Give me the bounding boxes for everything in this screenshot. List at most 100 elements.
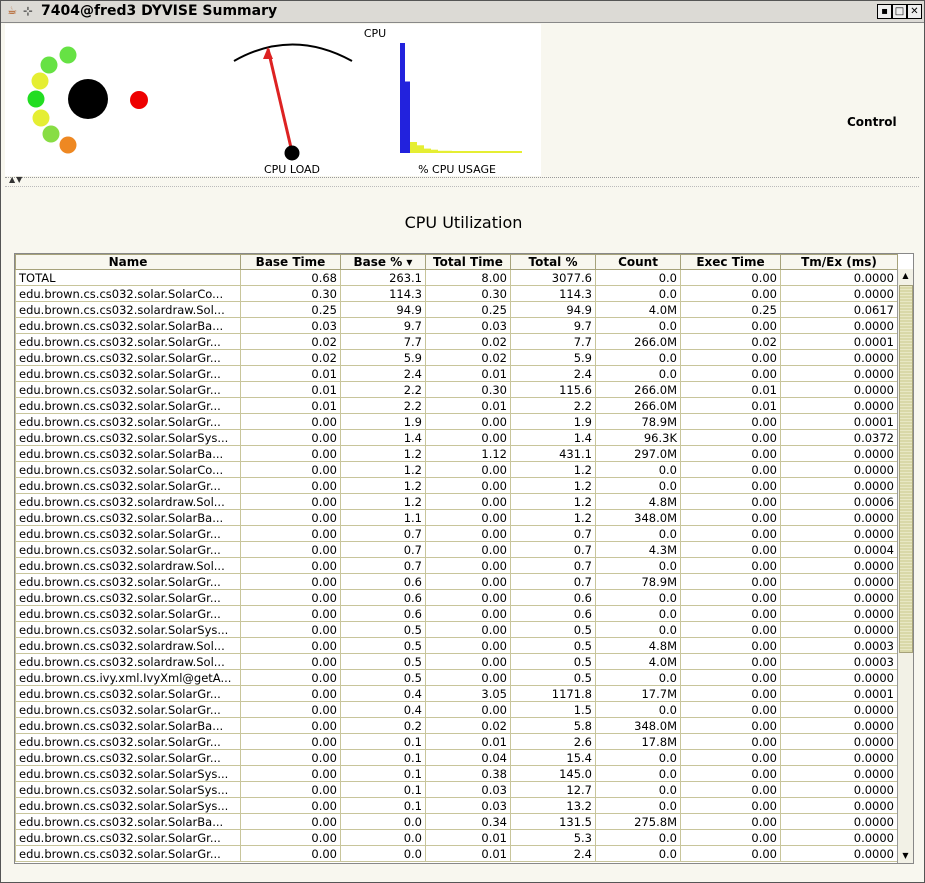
table-row[interactable]: edu.brown.cs.cs032.solardraw.Sol... 0.00 1… bbox=[15, 493, 898, 510]
table-row[interactable]: edu.brown.cs.cs032.solar.SolarBa... 0.00 0… bbox=[15, 813, 898, 830]
table-row[interactable]: edu.brown.cs.cs032.solar.SolarGr... 0.00 0… bbox=[15, 525, 898, 542]
vertical-scrollbar[interactable]: ▲ ▼ bbox=[897, 269, 913, 863]
table-cell: 0.00 bbox=[425, 653, 511, 670]
table-row[interactable]: edu.brown.cs.cs032.solar.SolarGr... 0.00 0… bbox=[15, 541, 898, 558]
table-cell: 0.5 bbox=[510, 669, 596, 686]
table-row[interactable]: edu.brown.cs.cs032.solar.SolarSys... 0.00… bbox=[15, 797, 898, 814]
table-cell: 0.00 bbox=[680, 525, 781, 542]
split-arrows-icon[interactable]: ▲▼ bbox=[9, 175, 23, 184]
table-cell: edu.brown.cs.cs032.solar.SolarSys... bbox=[15, 797, 241, 814]
table-cell: 0.01 bbox=[425, 845, 511, 862]
table-row[interactable]: edu.brown.cs.cs032.solar.SolarBa... 0.00 1… bbox=[15, 445, 898, 462]
column-header-7[interactable]: Tm/Ex (ms) bbox=[780, 254, 898, 270]
table-row[interactable]: edu.brown.cs.cs032.solar.SolarBa... 0.03 9… bbox=[15, 317, 898, 334]
table-cell: 0.0 bbox=[595, 285, 681, 302]
table-row[interactable]: edu.brown.cs.cs032.solar.SolarGr... 0.00 0… bbox=[15, 733, 898, 750]
table-row[interactable]: edu.brown.cs.cs032.solar.SolarGr... 0.00 1… bbox=[15, 477, 898, 494]
split-divider[interactable] bbox=[5, 177, 919, 187]
table-cell: edu.brown.cs.cs032.solar.SolarSys... bbox=[15, 765, 241, 782]
column-header-6[interactable]: Exec Time bbox=[680, 254, 781, 270]
table-row[interactable]: edu.brown.cs.cs032.solar.SolarGr... 0.01 2… bbox=[15, 381, 898, 398]
table-row[interactable]: edu.brown.cs.cs032.solardraw.Sol... 0.00 0… bbox=[15, 637, 898, 654]
table-row[interactable]: edu.brown.cs.cs032.solar.SolarGr... 0.01 2… bbox=[15, 365, 898, 382]
maximize-icon[interactable]: □ bbox=[892, 4, 907, 19]
scroll-up-icon[interactable]: ▲ bbox=[898, 269, 913, 283]
table-row[interactable]: edu.brown.cs.ivy.xml.IvyXml@getA... 0.00 0… bbox=[15, 669, 898, 686]
table-cell: 0.00 bbox=[680, 829, 781, 846]
table-row[interactable]: edu.brown.cs.cs032.solar.SolarSys... 0.00… bbox=[15, 765, 898, 782]
table-row[interactable]: edu.brown.cs.cs032.solar.SolarGr... 0.00 0… bbox=[15, 573, 898, 590]
pin-icon[interactable]: ⊹ bbox=[23, 4, 33, 18]
table-cell: 0.00 bbox=[680, 653, 781, 670]
table-row[interactable]: edu.brown.cs.cs032.solardraw.Sol... 0.00 0… bbox=[15, 557, 898, 574]
table-cell: edu.brown.cs.cs032.solar.SolarBa... bbox=[15, 317, 241, 334]
table-cell: 5.9 bbox=[510, 349, 596, 366]
table-cell: 0.0 bbox=[595, 765, 681, 782]
table-cell: 114.3 bbox=[510, 285, 596, 302]
table-row[interactable]: edu.brown.cs.cs032.solar.SolarGr... 0.00 0… bbox=[15, 701, 898, 718]
table-cell: 0.0000 bbox=[780, 349, 898, 366]
scroll-down-icon[interactable]: ▼ bbox=[898, 849, 913, 863]
close-icon[interactable]: ✕ bbox=[907, 4, 922, 19]
table-cell: 0.00 bbox=[425, 429, 511, 446]
table-cell: 0.03 bbox=[240, 317, 341, 334]
table-cell: 0.00 bbox=[680, 637, 781, 654]
control-label[interactable]: Control bbox=[847, 115, 897, 129]
table-cell: 266.0M bbox=[595, 381, 681, 398]
table-cell: 0.00 bbox=[425, 461, 511, 478]
table-row[interactable]: edu.brown.cs.cs032.solar.SolarGr... 0.00 0… bbox=[15, 845, 898, 862]
table-cell: 0.00 bbox=[680, 701, 781, 718]
column-header-2[interactable]: Base % ▾ bbox=[340, 254, 426, 270]
column-header-4[interactable]: Total % bbox=[510, 254, 596, 270]
table-row[interactable]: edu.brown.cs.cs032.solar.SolarSys... 0.00… bbox=[15, 429, 898, 446]
table-row[interactable]: TOTAL 0.68 263.1 8.00 3077.6 0.0 0.00 0.0000 bbox=[15, 269, 898, 286]
table-row[interactable]: edu.brown.cs.cs032.solar.SolarGr... 0.01 2… bbox=[15, 397, 898, 414]
table-cell: 0.5 bbox=[510, 621, 596, 638]
thread-dot bbox=[31, 72, 49, 90]
table-row[interactable]: edu.brown.cs.cs032.solardraw.Sol... 0.00 0… bbox=[15, 653, 898, 670]
table-row[interactable]: edu.brown.cs.cs032.solar.SolarGr... 0.00 0… bbox=[15, 605, 898, 622]
scroll-thumb[interactable] bbox=[899, 285, 913, 653]
column-header-0[interactable]: Name bbox=[15, 254, 241, 270]
table-row[interactable]: edu.brown.cs.cs032.solar.SolarGr... 0.00 0… bbox=[15, 749, 898, 766]
table-cell: 0.34 bbox=[425, 813, 511, 830]
column-header-3[interactable]: Total Time bbox=[425, 254, 511, 270]
title-bar[interactable]: ☕ ⊹ 7404@fred3 DYVISE Summary ▪ □ ✕ bbox=[1, 1, 924, 23]
table-cell: 0.30 bbox=[240, 285, 341, 302]
table-cell: 0.0 bbox=[340, 829, 426, 846]
table-cell: 0.00 bbox=[240, 605, 341, 622]
table-cell: 0.0 bbox=[595, 781, 681, 798]
thread-dot bbox=[59, 46, 77, 64]
table-cell: 0.7 bbox=[510, 541, 596, 558]
table-row[interactable]: edu.brown.cs.cs032.solar.SolarGr... 0.00 1… bbox=[15, 413, 898, 430]
table-row[interactable]: edu.brown.cs.cs032.solar.SolarSys... 0.00… bbox=[15, 621, 898, 638]
table-row[interactable]: edu.brown.cs.cs032.solar.SolarGr... 0.02 7… bbox=[15, 333, 898, 350]
table-cell: 4.8M bbox=[595, 637, 681, 654]
table-cell: 0.0006 bbox=[780, 493, 898, 510]
minimize-icon[interactable]: ▪ bbox=[877, 4, 892, 19]
table-row[interactable]: edu.brown.cs.cs032.solar.SolarGr... 0.00 0… bbox=[15, 829, 898, 846]
table-cell: 0.0 bbox=[595, 349, 681, 366]
column-header-5[interactable]: Count bbox=[595, 254, 681, 270]
table-row[interactable]: edu.brown.cs.cs032.solar.SolarGr... 0.02 5… bbox=[15, 349, 898, 366]
table-cell: 0.00 bbox=[680, 509, 781, 526]
table-row[interactable]: edu.brown.cs.cs032.solar.SolarBa... 0.00 0… bbox=[15, 717, 898, 734]
table-cell: edu.brown.cs.cs032.solardraw.Sol... bbox=[15, 493, 241, 510]
table-cell: 0.5 bbox=[340, 669, 426, 686]
table-cell: 0.00 bbox=[240, 669, 341, 686]
table-cell: 0.00 bbox=[680, 493, 781, 510]
thread-dot bbox=[32, 109, 50, 127]
table-cell: 0.00 bbox=[680, 429, 781, 446]
table-cell: 0.1 bbox=[340, 797, 426, 814]
table-row[interactable]: edu.brown.cs.cs032.solar.SolarCo... 0.30 1… bbox=[15, 285, 898, 302]
table-row[interactable]: edu.brown.cs.cs032.solar.SolarBa... 0.00 1… bbox=[15, 509, 898, 526]
column-header-1[interactable]: Base Time bbox=[240, 254, 341, 270]
table-row[interactable]: edu.brown.cs.cs032.solar.SolarGr... 0.00 0… bbox=[15, 685, 898, 702]
table-row[interactable]: edu.brown.cs.cs032.solardraw.Sol... 0.25 9… bbox=[15, 301, 898, 318]
java-icon[interactable]: ☕ bbox=[5, 4, 19, 18]
table-row[interactable]: edu.brown.cs.cs032.solar.SolarGr... 0.00 0… bbox=[15, 589, 898, 606]
table-cell: 0.0003 bbox=[780, 637, 898, 654]
histogram-bar bbox=[459, 151, 466, 153]
table-row[interactable]: edu.brown.cs.cs032.solar.SolarCo... 0.00 1… bbox=[15, 461, 898, 478]
table-row[interactable]: edu.brown.cs.cs032.solar.SolarSys... 0.00… bbox=[15, 781, 898, 798]
